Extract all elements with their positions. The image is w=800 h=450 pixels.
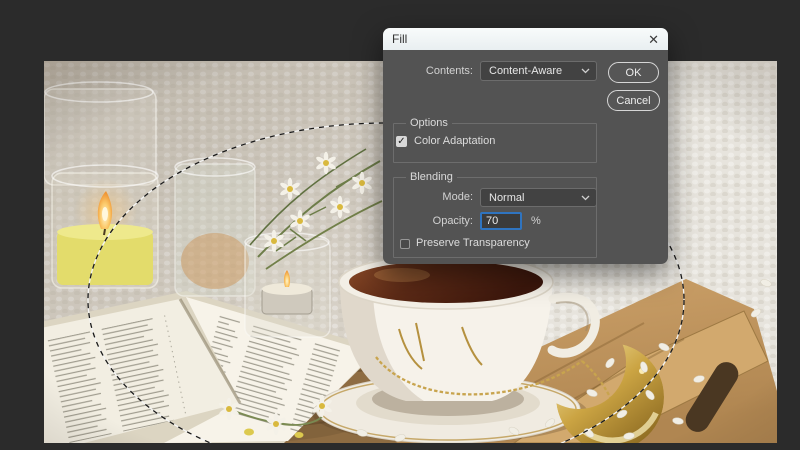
preserve-transparency-checkbox[interactable] xyxy=(400,239,410,249)
contents-dropdown[interactable]: Content-Aware xyxy=(480,61,597,81)
chevron-down-icon xyxy=(581,195,590,200)
close-icon[interactable]: ✕ xyxy=(648,33,659,46)
contents-label: Contents: xyxy=(425,65,473,77)
opacity-label: Opacity: xyxy=(432,215,473,227)
color-adaptation-label: Color Adaptation xyxy=(414,135,496,147)
mode-label: Mode: xyxy=(442,191,473,203)
opacity-input[interactable] xyxy=(480,212,522,230)
blending-legend: Blending xyxy=(410,171,453,183)
preserve-transparency-label: Preserve Transparency xyxy=(416,237,530,249)
dialog-title: Fill xyxy=(392,32,408,46)
mode-dropdown[interactable]: Normal xyxy=(480,188,597,207)
fill-dialog: Fill ✕ Contents: Content-Aware OK Cancel… xyxy=(383,28,668,264)
photoshop-workspace: Fill ✕ Contents: Content-Aware OK Cancel… xyxy=(0,0,800,450)
mode-dropdown-value: Normal xyxy=(489,191,525,204)
options-legend: Options xyxy=(410,117,448,129)
chevron-down-icon xyxy=(581,68,590,74)
dialog-titlebar[interactable]: Fill ✕ xyxy=(383,28,668,50)
opacity-unit: % xyxy=(531,215,541,227)
color-adaptation-checkbox[interactable]: ✓ xyxy=(396,136,407,147)
cancel-button[interactable]: Cancel xyxy=(607,90,660,111)
check-icon: ✓ xyxy=(397,136,406,147)
contents-dropdown-value: Content-Aware xyxy=(489,65,563,77)
ok-button[interactable]: OK xyxy=(608,62,659,83)
